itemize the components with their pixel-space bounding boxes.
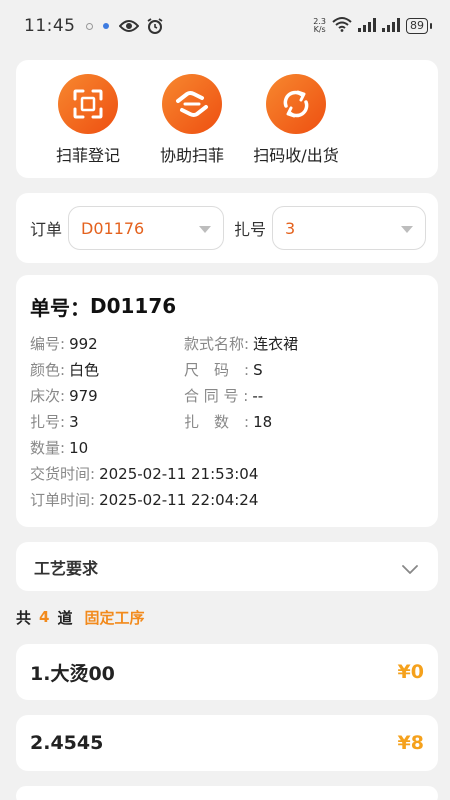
assist-scan-button[interactable]: 协助扫菲	[140, 60, 244, 178]
info-order-time: 订单时间: 2025-02-11 22:04:24	[30, 487, 258, 513]
notification-dot-icon	[85, 22, 93, 30]
network-speed-unit: K/s	[313, 25, 326, 34]
battery-icon: 89	[406, 18, 432, 34]
process-price: ¥0	[397, 661, 424, 683]
assist-scan-label: 协助扫菲	[159, 146, 224, 165]
status-time: 11:45	[24, 16, 76, 36]
craft-requirements-label: 工艺要求	[34, 558, 99, 578]
signal-icon-2	[382, 17, 400, 36]
info-delivery-time-key: 交货时间:	[30, 465, 96, 483]
status-bar: 11:45 2.3 K/s 89	[0, 0, 450, 52]
order-number-value: D01176	[90, 294, 177, 318]
process-count-prefix: 共	[16, 608, 32, 627]
process-item-partial[interactable]	[16, 786, 438, 800]
info-size-value: S	[253, 361, 263, 379]
info-code-key: 编号:	[30, 335, 66, 353]
info-style-key: 款式名称:	[184, 335, 250, 353]
alarm-icon	[147, 18, 163, 34]
fixed-process-label: 固定工序	[84, 608, 145, 627]
order-number-title: 单号： D01176	[30, 291, 424, 321]
scan-frame-icon	[58, 74, 118, 134]
info-delivery-time: 交货时间: 2025-02-11 21:53:04	[30, 461, 258, 487]
info-contract: 合 同 号 : --	[184, 383, 263, 409]
quick-actions-card: 扫菲登记 协助扫菲 扫码收/出货	[16, 60, 438, 178]
info-style: 款式名称: 连衣裙	[184, 331, 298, 357]
order-select[interactable]: D01176	[68, 206, 225, 250]
process-name: 2.4545	[30, 732, 104, 754]
order-selector-card: 订单 D01176 扎号 3	[16, 193, 438, 263]
process-item[interactable]: 1.大烫00 ¥0	[16, 644, 438, 700]
process-count-line: 共 4 道 固定工序	[16, 606, 144, 628]
process-price: ¥8	[397, 732, 424, 754]
chevron-down-icon	[199, 226, 212, 233]
process-name: 1.大烫00	[30, 662, 115, 685]
info-color-value: 白色	[69, 361, 100, 379]
scan-register-button[interactable]: 扫菲登记	[36, 60, 140, 178]
info-bundle-count-value: 18	[253, 413, 273, 431]
info-bundle: 扎号: 3	[30, 409, 79, 435]
info-order-time-value: 2025-02-11 22:04:24	[99, 491, 259, 509]
chevron-down-icon	[401, 226, 414, 233]
signal-icon	[358, 17, 376, 36]
sync-arrows-icon	[266, 74, 326, 134]
info-code: 编号: 992	[30, 331, 98, 357]
app-notification-icon	[102, 23, 109, 29]
info-size-key: 尺 码 :	[184, 361, 250, 379]
info-bed: 床次: 979	[30, 383, 98, 409]
info-style-value: 连衣裙	[253, 335, 299, 353]
bundle-select-value: 3	[285, 218, 296, 238]
bundle-select[interactable]: 3	[272, 206, 427, 250]
wifi-icon	[332, 16, 352, 36]
info-order-time-key: 订单时间:	[30, 491, 96, 509]
order-detail-card: 单号： D01176 编号: 992 款式名称: 连衣裙 颜色: 白色 尺 码 :S …	[16, 275, 438, 527]
handshake-icon	[162, 74, 222, 134]
process-item[interactable]: 2.4545 ¥8	[16, 715, 438, 771]
craft-requirements-toggle[interactable]: 工艺要求	[16, 542, 438, 591]
order-label: 订单	[30, 220, 63, 239]
process-count-unit: 道	[57, 608, 73, 627]
info-color-key: 颜色:	[30, 361, 66, 379]
eye-icon	[118, 19, 139, 33]
chevron-down-icon	[402, 560, 418, 579]
network-speed: 2.3 K/s	[313, 18, 326, 34]
info-contract-value: --	[252, 387, 264, 405]
info-bed-value: 979	[69, 387, 98, 405]
info-color: 颜色: 白色	[30, 357, 99, 383]
info-bundle-count-key: 扎 数 :	[184, 413, 250, 431]
process-count: 4	[39, 608, 50, 626]
info-bundle-key: 扎号:	[30, 413, 66, 431]
scan-receive-ship-button[interactable]: 扫码收/出货	[244, 60, 348, 178]
info-bundle-count: 扎 数 :18	[184, 409, 272, 435]
info-delivery-time-value: 2025-02-11 21:53:04	[99, 465, 259, 483]
info-quantity-key: 数量:	[30, 439, 66, 457]
info-quantity-value: 10	[69, 439, 89, 457]
info-code-value: 992	[69, 335, 98, 353]
info-size: 尺 码 :S	[184, 357, 263, 383]
info-contract-key: 合 同 号 :	[184, 387, 249, 405]
info-bed-key: 床次:	[30, 387, 66, 405]
scan-register-label: 扫菲登记	[55, 146, 120, 165]
info-bundle-value: 3	[69, 413, 79, 431]
info-quantity: 数量: 10	[30, 435, 88, 461]
order-number-prefix: 单号：	[30, 295, 90, 320]
bundle-label: 扎号	[234, 220, 267, 239]
order-select-value: D01176	[81, 218, 145, 238]
scan-receive-ship-label: 扫码收/出货	[253, 146, 339, 165]
